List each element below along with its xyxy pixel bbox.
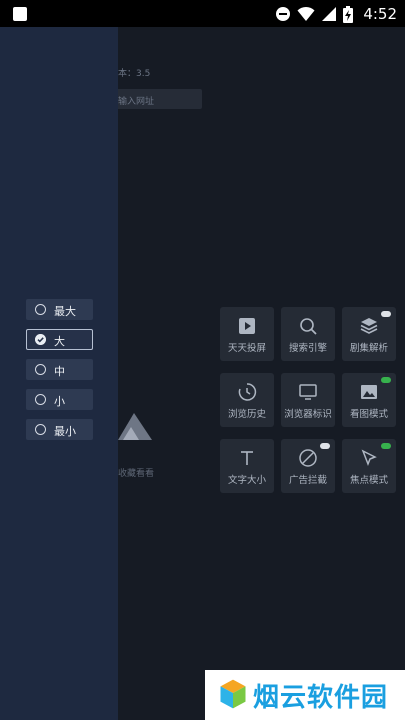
radio-checked-icon bbox=[35, 334, 46, 345]
tool-tile-user-agent[interactable]: 浏览器标识 bbox=[281, 373, 335, 427]
tool-tile-cast[interactable]: 天天投屏 bbox=[220, 307, 274, 361]
tool-tile-image-mode[interactable]: 看图模式 bbox=[342, 373, 396, 427]
image-icon bbox=[361, 385, 377, 399]
radio-unchecked-icon bbox=[35, 394, 46, 405]
watermark-text: 烟云软件园 bbox=[253, 683, 389, 713]
tool-label: 天天投屏 bbox=[227, 343, 266, 354]
tool-label: 广告拦截 bbox=[288, 475, 327, 486]
toggle-indicator-on[interactable] bbox=[381, 443, 391, 449]
font-size-option-smallest[interactable]: 最小 bbox=[26, 419, 93, 440]
option-label: 大 bbox=[54, 335, 65, 348]
radio-unchecked-icon bbox=[35, 364, 46, 375]
font-size-option-medium[interactable]: 中 bbox=[26, 359, 93, 380]
version-text: 本：3.5 bbox=[118, 69, 151, 79]
status-icons: 4:52 bbox=[275, 5, 397, 23]
tool-label: 浏览历史 bbox=[227, 409, 266, 420]
notification-app-icon bbox=[13, 7, 27, 21]
cube-logo-icon bbox=[219, 678, 247, 710]
empty-state-illustration bbox=[118, 413, 152, 440]
tool-label: 剧集解析 bbox=[349, 343, 388, 354]
tool-label: 焦点模式 bbox=[349, 475, 388, 486]
tool-tile-focus-mode[interactable]: 焦点模式 bbox=[342, 439, 396, 493]
status-bar: 4:52 bbox=[0, 0, 405, 27]
option-label: 小 bbox=[54, 395, 65, 408]
battery-charging-icon bbox=[343, 5, 354, 23]
radio-unchecked-icon bbox=[35, 304, 46, 315]
text-size-icon bbox=[241, 451, 253, 465]
tool-label: 浏览器标识 bbox=[284, 409, 332, 420]
layers-icon bbox=[360, 318, 378, 334]
url-placeholder: 输入网址 bbox=[118, 97, 155, 107]
url-input[interactable]: 输入网址 bbox=[105, 89, 202, 109]
toggle-indicator-on[interactable] bbox=[381, 377, 391, 383]
ad-block-icon bbox=[299, 449, 317, 467]
option-label: 最小 bbox=[54, 425, 76, 438]
do-not-disturb-icon bbox=[276, 7, 291, 21]
search-icon bbox=[300, 318, 317, 335]
radio-unchecked-icon bbox=[35, 424, 46, 435]
signal-icon bbox=[322, 7, 337, 21]
font-size-option-large[interactable]: 大 bbox=[26, 329, 93, 350]
clock: 4:52 bbox=[363, 5, 397, 23]
cursor-icon bbox=[361, 449, 377, 467]
tool-tile-ad-block[interactable]: 广告拦截 bbox=[281, 439, 335, 493]
cast-play-icon bbox=[239, 318, 255, 334]
toggle-indicator-off[interactable] bbox=[381, 311, 391, 317]
option-label: 中 bbox=[54, 365, 65, 378]
option-label: 最大 bbox=[54, 305, 76, 318]
font-size-option-largest[interactable]: 最大 bbox=[26, 299, 93, 320]
tool-label: 搜索引擎 bbox=[288, 343, 327, 354]
tool-tile-history[interactable]: 浏览历史 bbox=[220, 373, 274, 427]
tool-label: 文字大小 bbox=[227, 475, 266, 486]
history-clock-icon bbox=[238, 383, 257, 401]
tool-tile-search-engine[interactable]: 搜索引擎 bbox=[281, 307, 335, 361]
toggle-indicator-off[interactable] bbox=[320, 443, 330, 449]
font-size-option-small[interactable]: 小 bbox=[26, 389, 93, 410]
tool-tile-text-size[interactable]: 文字大小 bbox=[220, 439, 274, 493]
watermark: 烟云软件园 bbox=[205, 670, 405, 720]
wifi-icon bbox=[297, 6, 315, 21]
tool-tile-episode-parse[interactable]: 剧集解析 bbox=[342, 307, 396, 361]
empty-state-text: 收藏看看 bbox=[118, 469, 155, 479]
monitor-icon bbox=[299, 384, 317, 400]
tool-label: 看图模式 bbox=[349, 409, 388, 420]
